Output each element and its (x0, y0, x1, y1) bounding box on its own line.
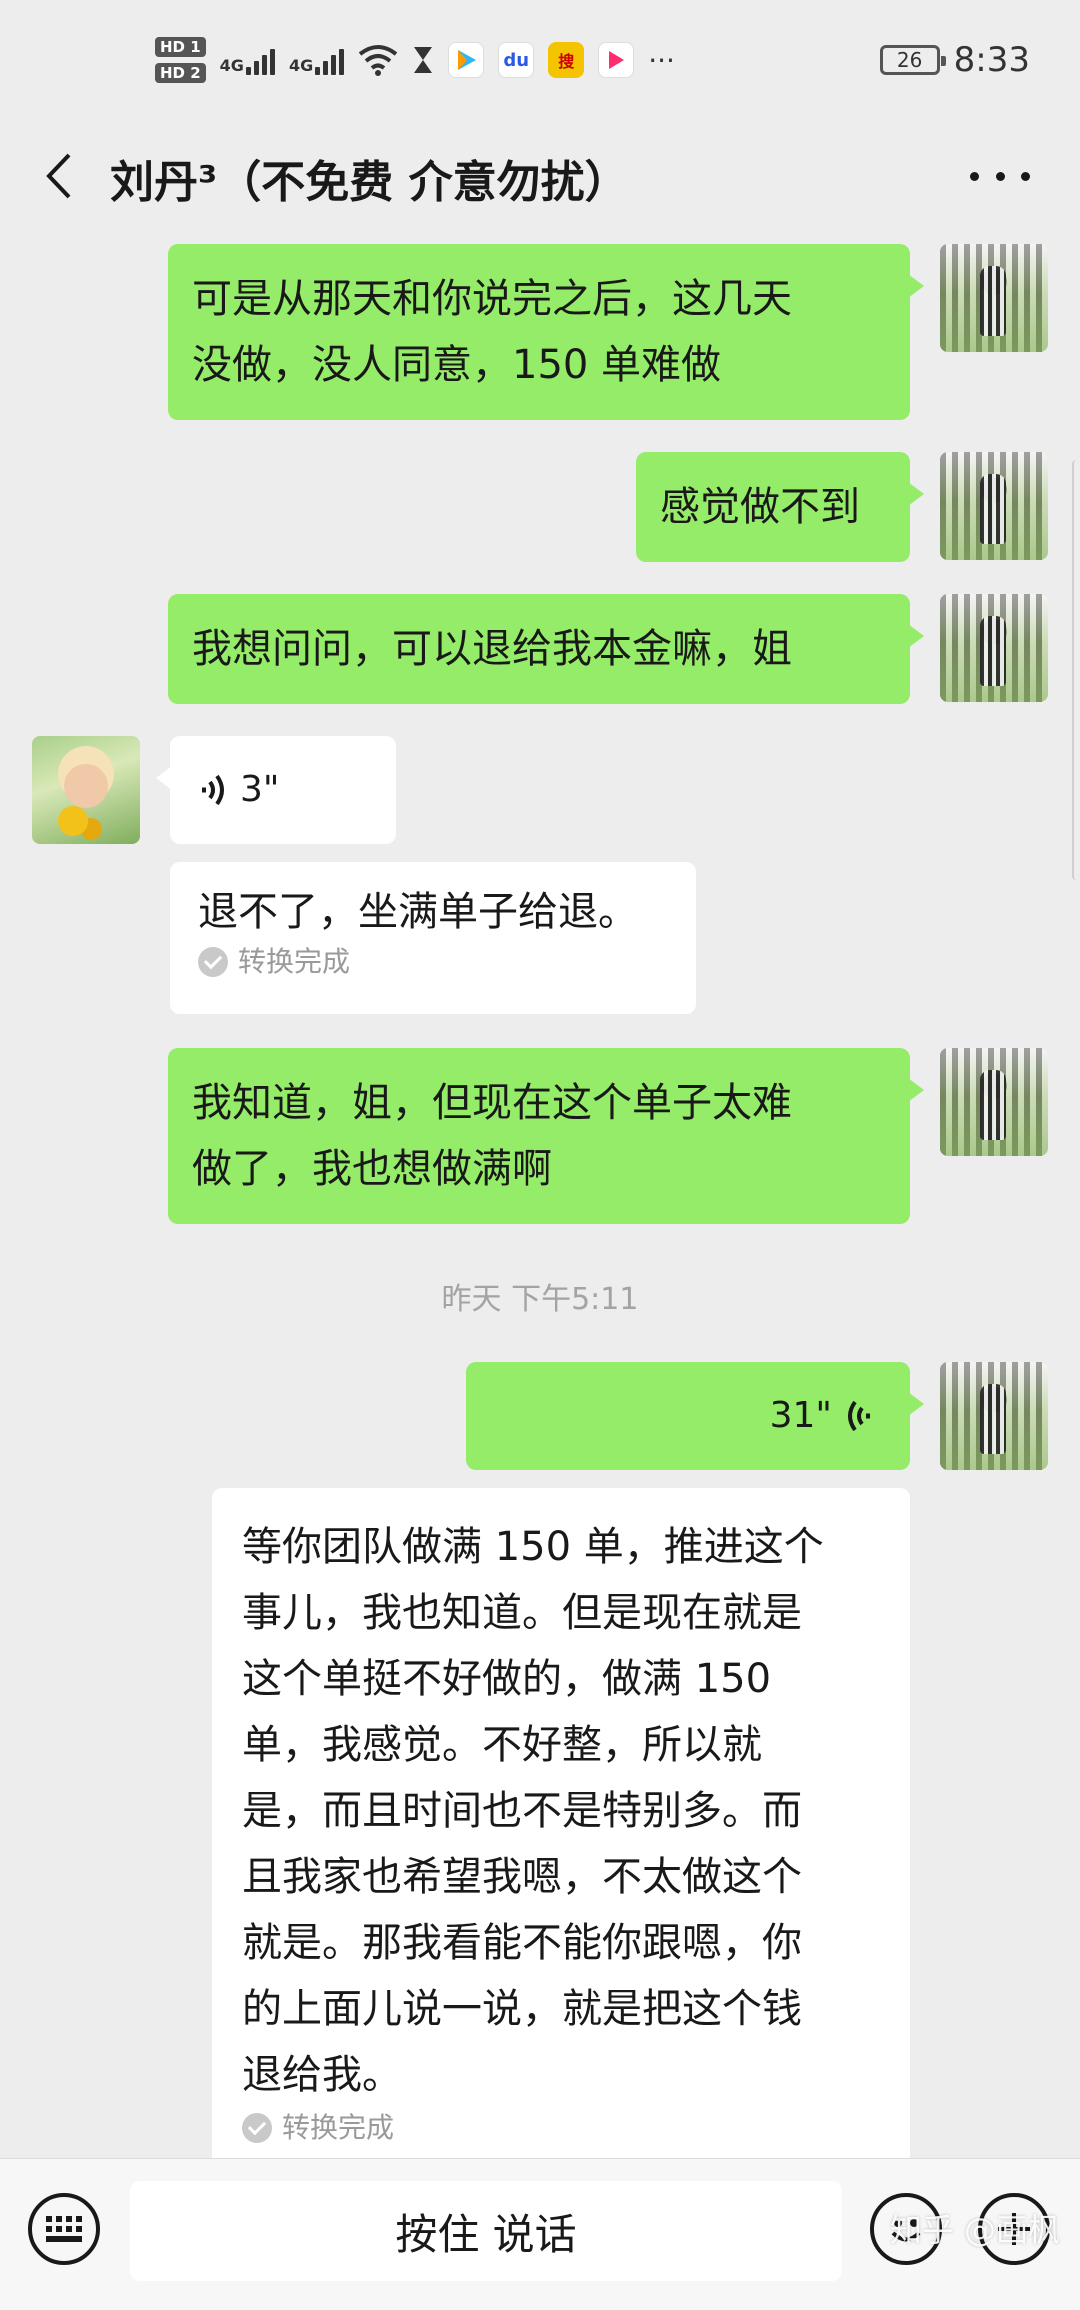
dot-icon (970, 171, 979, 181)
hd1-indicator: HD 1 (155, 37, 206, 57)
sent-message[interactable]: 我想问问，可以退给我本金嘛，姐 (168, 594, 924, 704)
message-text: 退不了，坐满单子给退。 (198, 889, 638, 935)
my-avatar[interactable] (940, 594, 1048, 702)
voice-wave-icon (848, 1400, 870, 1432)
transcription-message[interactable]: 等你团队做满 150 单，推进这个 事儿，我也知道。但是现在就是 这个单挺不好做… (212, 1488, 910, 2168)
chat-title: 刘丹³（不免费 介意勿扰） (110, 157, 629, 208)
conversion-status: 转换完成 (282, 2111, 395, 2144)
transcription-message[interactable]: 退不了，坐满单子给退。 转换完成 (170, 862, 696, 1014)
message-text: 感觉做不到 (660, 484, 860, 530)
my-avatar[interactable] (940, 244, 1048, 352)
sent-message[interactable]: 感觉做不到 (636, 452, 924, 562)
status-bar: HD 1 HD 2 4G 4G du 搜 ··· 26 8:33 (0, 0, 1080, 120)
scrollbar[interactable] (1072, 460, 1080, 880)
back-button[interactable] (36, 144, 80, 208)
battery-icon: 26 (879, 45, 946, 75)
chat-header: 刘丹³（不免费 介意勿扰） (0, 120, 1080, 232)
message-line: 这个单挺不好做的，做满 150 (242, 1656, 772, 1702)
check-circle-icon (242, 2113, 272, 2143)
conversion-status: 转换完成 (238, 945, 351, 978)
my-avatar[interactable] (940, 452, 1048, 560)
voice-message[interactable]: 31" (466, 1362, 924, 1470)
chat-timestamp: 昨天 下午5:11 (441, 1282, 639, 1317)
message-line: 单，我感觉。不好整，所以就 (242, 1722, 762, 1768)
message-line: 等你团队做满 150 单，推进这个 (242, 1524, 824, 1570)
my-avatar[interactable] (940, 1048, 1048, 1156)
message-line: 可是从那天和你说完之后，这几天 (192, 276, 792, 322)
message-line: 事儿，我也知道。但是现在就是 (242, 1590, 802, 1636)
message-line: 没做，没人同意，150 单难做 (192, 342, 722, 388)
message-line: 且我家也希望我嗯，不太做这个 (242, 1854, 802, 1900)
dot-icon (1021, 171, 1030, 181)
hourglass-icon (414, 47, 433, 73)
more-options-button[interactable] (970, 148, 1030, 204)
more-notifications-icon: ··· (648, 43, 675, 77)
youku-app-icon (598, 42, 635, 78)
clock: 8:33 (953, 40, 1030, 80)
message-line: 的上面儿说一说，就是把这个钱 (242, 1986, 802, 2032)
wifi-icon (358, 45, 398, 76)
message-line: 做了，我也想做满啊 (192, 1146, 552, 1192)
hd2-indicator: HD 2 (155, 63, 206, 83)
sent-message[interactable]: 可是从那天和你说完之后，这几天 没做，没人同意，150 单难做 (168, 244, 924, 420)
contact-avatar[interactable] (32, 736, 140, 844)
signal-icon-2: 4G (289, 45, 345, 75)
tencent-video-app-icon (448, 42, 485, 78)
keyboard-icon (46, 2216, 82, 2242)
voice-duration: 31" (769, 1395, 832, 1436)
dot-icon (995, 171, 1005, 181)
voice-message[interactable]: 3" (156, 736, 396, 844)
message-line: 就是。那我看能不能你跟嗯，你 (242, 1920, 802, 1966)
watermark: 知乎 @画枫 (889, 2211, 1060, 2249)
sent-message[interactable]: 我知道，姐，但现在这个单子太难 做了，我也想做满啊 (168, 1048, 924, 1224)
signal-icon-1: 4G (220, 45, 275, 75)
chevron-left-icon (46, 153, 71, 199)
check-circle-icon (198, 947, 228, 977)
message-line: 我知道，姐，但现在这个单子太难 (192, 1080, 792, 1126)
hold-to-talk-button[interactable]: 按住 说话 (130, 2181, 842, 2281)
message-line: 退给我。 (242, 2052, 402, 2098)
my-avatar[interactable] (940, 1362, 1048, 1470)
voice-duration: 3" (240, 769, 280, 810)
message-text: 我想问问，可以退给我本金嘛，姐 (192, 626, 792, 672)
baidu-app-icon: du (498, 42, 535, 78)
sohu-app-icon: 搜 (548, 42, 585, 78)
voice-wave-icon (202, 774, 224, 806)
keyboard-toggle-button[interactable] (28, 2193, 100, 2265)
message-line: 是，而且时间也不是特别多。而 (242, 1788, 802, 1834)
